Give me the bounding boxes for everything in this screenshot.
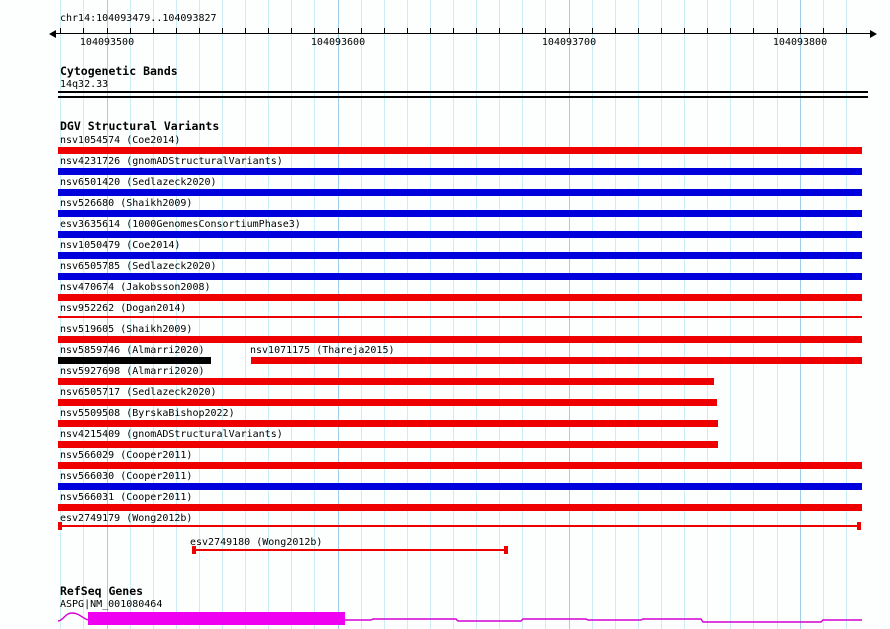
variant-bar[interactable] xyxy=(58,504,862,511)
variant-range-line[interactable] xyxy=(192,549,508,551)
variant-bar[interactable] xyxy=(58,189,862,196)
ruler-left-arrow-icon xyxy=(49,30,56,38)
ruler-tick xyxy=(545,28,546,33)
variant-bar[interactable] xyxy=(58,462,862,469)
variant-label: nsv952262 (Dogan2014) xyxy=(60,303,187,314)
ruler-tick xyxy=(245,28,246,33)
variant-bar[interactable] xyxy=(58,378,714,385)
ruler-tick xyxy=(707,28,708,33)
genome-browser-view: chr14:104093479..104093827 104093500 1040… xyxy=(0,0,890,629)
variant-bar[interactable] xyxy=(58,420,718,427)
variant-label: nsv4231726 (gnomADStructuralVariants) xyxy=(60,156,283,167)
variant-right-endcap[interactable] xyxy=(857,522,861,530)
ruler-tick xyxy=(222,28,223,33)
variant-label: nsv5859746 (Almarri2020) xyxy=(60,345,205,356)
refseq-gene-label: ASPG|NM_001080464 xyxy=(60,599,163,610)
variant-bar[interactable] xyxy=(58,147,862,154)
variant-bar[interactable] xyxy=(58,252,862,259)
ruler-tick xyxy=(176,28,177,33)
cytoband-bar[interactable] xyxy=(58,91,868,98)
ruler-tick xyxy=(846,28,847,33)
ruler-tick-label: 104093500 xyxy=(79,37,135,48)
variant-label: nsv6501420 (Sedlazeck2020) xyxy=(60,177,217,188)
variant-left-endcap[interactable] xyxy=(58,522,62,530)
variant-label: nsv6505785 (Sedlazeck2020) xyxy=(60,261,217,272)
variant-label: nsv566029 (Cooper2011) xyxy=(60,450,193,461)
ruler-tick xyxy=(638,28,639,33)
ruler-tick xyxy=(361,28,362,33)
variant-bar[interactable] xyxy=(58,231,862,238)
variant-label: nsv6505717 (Sedlazeck2020) xyxy=(60,387,217,398)
ruler-tick xyxy=(800,28,801,33)
ruler-tick xyxy=(384,28,385,33)
ruler-tick-label: 104093800 xyxy=(772,37,828,48)
ruler-tick xyxy=(592,28,593,33)
variant-thin-line[interactable] xyxy=(58,316,862,318)
variant-label: nsv470674 (Jakobsson2008) xyxy=(60,282,211,293)
gene-exon-block[interactable] xyxy=(88,612,345,625)
variant-label: nsv1054574 (Coe2014) xyxy=(60,135,181,146)
ruler-tick xyxy=(153,28,154,33)
variant-bar[interactable] xyxy=(58,441,718,448)
ruler-tick xyxy=(83,28,84,33)
variant-bar[interactable] xyxy=(58,336,862,343)
variant-label: esv2749179 (Wong2012b) xyxy=(60,513,193,524)
variant-bar[interactable] xyxy=(58,483,862,490)
variant-label: nsv1071175 (Thareja2015) xyxy=(250,345,395,356)
ruler-tick xyxy=(522,28,523,33)
variant-right-endcap[interactable] xyxy=(504,546,508,554)
variant-label: esv3635614 (1000GenomesConsortiumPhase3) xyxy=(60,219,301,230)
ruler-tick xyxy=(777,28,778,33)
ruler-tick-label: 104093600 xyxy=(310,37,366,48)
variant-bar[interactable] xyxy=(58,399,717,406)
gene-intron-line xyxy=(345,618,862,623)
ruler-tick xyxy=(107,28,108,33)
variant-left-endcap[interactable] xyxy=(192,546,196,554)
ruler-tick xyxy=(338,28,339,33)
ruler-axis-line xyxy=(56,33,870,34)
variant-label: nsv566031 (Cooper2011) xyxy=(60,492,193,503)
ruler-tick xyxy=(430,28,431,33)
variant-bar[interactable] xyxy=(58,273,862,280)
ruler-tick xyxy=(730,28,731,33)
region-title: chr14:104093479..104093827 xyxy=(60,13,217,24)
ruler-tick xyxy=(130,28,131,33)
ruler-tick xyxy=(661,28,662,33)
ruler-tick xyxy=(268,28,269,33)
ruler-tick xyxy=(407,28,408,33)
ruler-tick xyxy=(615,28,616,33)
variant-bar[interactable] xyxy=(58,168,862,175)
ruler-tick xyxy=(314,28,315,33)
ruler-tick xyxy=(60,28,61,33)
variant-bar[interactable] xyxy=(58,210,862,217)
variant-range-line[interactable] xyxy=(58,525,861,527)
ruler-tick xyxy=(291,28,292,33)
track-title-cytobands: Cytogenetic Bands xyxy=(60,64,178,78)
variant-bar[interactable] xyxy=(58,294,862,301)
variant-bar[interactable] xyxy=(58,357,211,364)
variant-label: nsv526680 (Shaikh2009) xyxy=(60,198,193,209)
track-title-refseq: RefSeq Genes xyxy=(60,584,144,598)
variant-label: nsv566030 (Cooper2011) xyxy=(60,471,193,482)
ruler-tick xyxy=(453,28,454,33)
ruler-tick xyxy=(569,28,570,33)
cytoband-label: 14q32.33 xyxy=(60,79,109,90)
ruler-tick xyxy=(499,28,500,33)
ruler-tick xyxy=(823,28,824,33)
track-title-dgv: DGV Structural Variants xyxy=(60,119,220,133)
ruler-right-arrow-icon xyxy=(870,30,877,38)
ruler-tick xyxy=(753,28,754,33)
variant-label: nsv519605 (Shaikh2009) xyxy=(60,324,193,335)
variant-label: nsv4215409 (gnomADStructuralVariants) xyxy=(60,429,283,440)
variant-label: nsv1050479 (Coe2014) xyxy=(60,240,181,251)
variant-label: nsv5509508 (ByrskaBishop2022) xyxy=(60,408,235,419)
variant-label: nsv5927698 (Almarri2020) xyxy=(60,366,205,377)
variant-label: esv2749180 (Wong2012b) xyxy=(190,537,323,548)
variant-bar[interactable] xyxy=(251,357,862,364)
ruler-tick xyxy=(476,28,477,33)
ruler-tick-label: 104093700 xyxy=(541,37,597,48)
ruler-tick xyxy=(684,28,685,33)
ruler-tick xyxy=(199,28,200,33)
